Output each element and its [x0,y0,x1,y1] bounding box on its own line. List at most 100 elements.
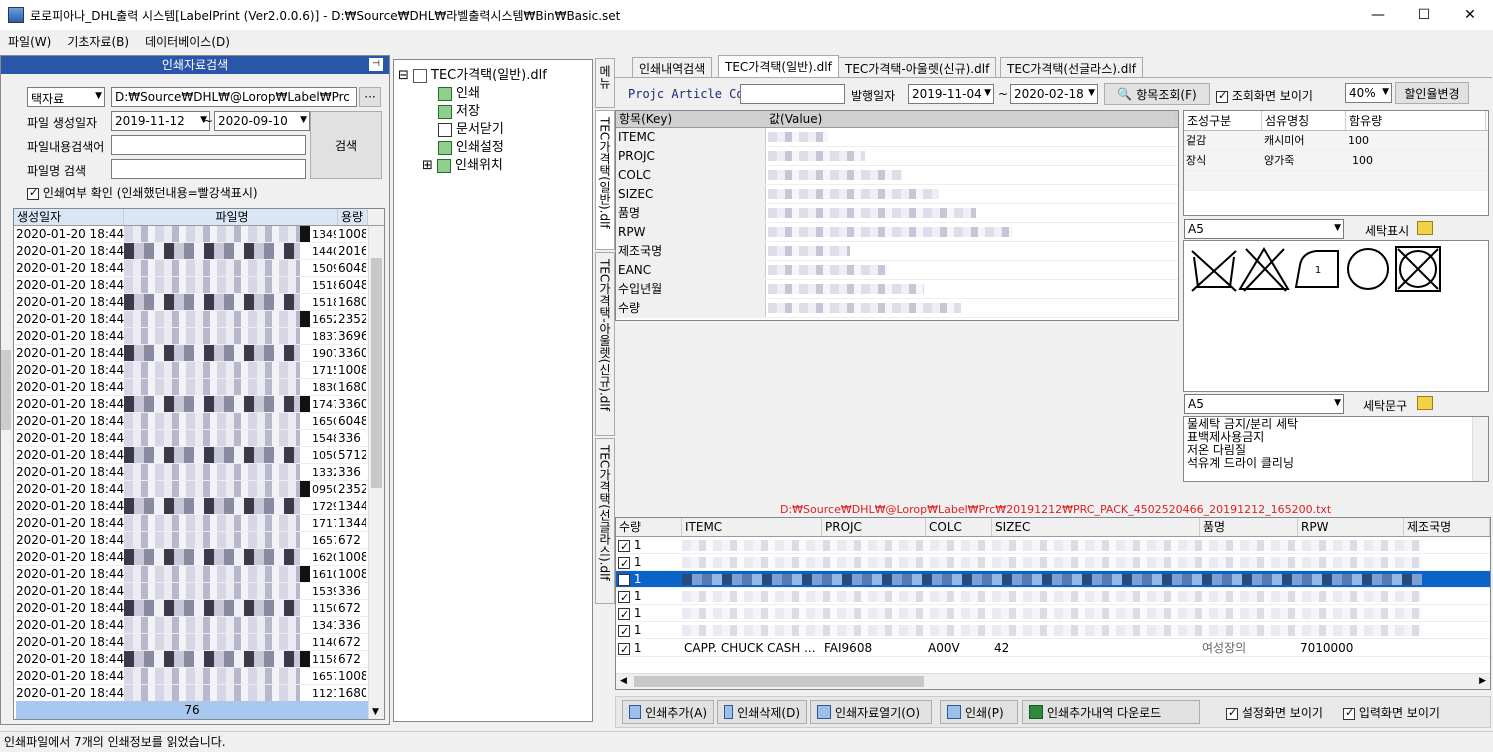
col-created-date[interactable]: 생성일자 [14,209,124,225]
folder-up-icon[interactable] [1417,396,1433,410]
file-list-row[interactable]: 2020-01-20 18:44:2 18301680 [14,379,384,396]
tree-item-close-doc[interactable]: 문서닫기 [438,118,504,137]
kv-row[interactable]: 품명 [616,204,1178,223]
file-list-row[interactable]: 2020-01-20 18:44:2 1158672 [14,651,384,668]
kv-row[interactable]: EANC [616,261,1178,280]
row-check-checkbox[interactable] [618,555,630,570]
menu-file[interactable]: 파일(W) [0,33,59,50]
composition-row[interactable]: 장식 양가죽 100 [1184,151,1488,171]
file-list-row[interactable]: 2020-01-20 18:44:2 13491008 [14,226,384,243]
row-check-checkbox[interactable] [618,606,630,621]
date-to-picker[interactable]: 2020-09-10 ▼ [214,111,310,131]
file-list-row[interactable]: 2020-01-20 18:44:2 1548336 [14,430,384,447]
file-list-row[interactable]: 2020-01-20 18:44:2 09502352 [14,481,384,498]
article-code-input[interactable] [740,84,845,104]
issue-date-to[interactable]: 2020-02-18 ▼ [1010,84,1098,104]
composition-row[interactable]: 겉감 캐시미어 100 [1184,131,1488,151]
kv-value[interactable] [766,128,1176,146]
show-lookup-checkbox[interactable] [1216,89,1228,103]
content-search-input[interactable] [111,135,306,155]
pin-icon[interactable]: ⊣ [369,58,383,71]
print-row[interactable]: 1 [616,622,1490,639]
care-text-combo[interactable]: A5 ▼ [1184,394,1344,414]
print-check-option[interactable]: 인쇄여부 확인 (인쇄했던내용=빨강색표시) [27,184,258,201]
show-input-option[interactable]: 입력화면 보이기 [1343,704,1440,721]
file-list-row[interactable]: 2020-01-20 18:44:2 16201008 [14,549,384,566]
file-list-scroll-thumb[interactable] [371,258,382,488]
tab-outlet[interactable]: TEC가격택-아울렛(신규).dlf [838,57,997,77]
col-size[interactable]: 용량 [338,209,368,225]
delete-print-button[interactable]: 인쇄삭제(D) [717,700,807,724]
kv-value[interactable] [766,204,1176,222]
file-list-row[interactable]: 2020-01-20 18:44:2 1341336 [14,617,384,634]
print-row[interactable]: 1 [616,571,1490,588]
composition-row[interactable] [1184,171,1488,191]
file-list-row[interactable]: 2020-01-20 18:44:2 15096048 [14,260,384,277]
minimize-button[interactable]: — [1355,0,1401,30]
file-list-row[interactable]: 2020-01-20 18:44:2 19073360 [14,345,384,362]
kv-row[interactable]: 수량 [616,299,1178,318]
care-text-scrollbar[interactable] [1472,417,1488,481]
print-row[interactable]: 1 [616,588,1490,605]
file-list-row[interactable]: 2020-01-20 18:44:2 16571008 [14,668,384,685]
file-list-row[interactable]: 2020-01-20 18:44:2 11211680 [14,685,384,702]
file-list-row[interactable]: 2020-01-20 18:44:2 1332336 [14,464,384,481]
kv-row[interactable]: COLC [616,166,1178,185]
print-row[interactable]: 1 CAPP. CHUCK CASH ... FAI9608 A00V 42 여… [616,640,1490,657]
file-list-row[interactable]: 2020-01-20 18:44:2 15181680 [14,294,384,311]
print-list-hscrollbar[interactable]: ◀ ▶ [616,673,1490,689]
file-list-row[interactable]: 2020-01-20 18:44:2 17291344 [14,498,384,515]
kv-value[interactable] [766,261,1176,279]
kv-row[interactable]: ITEMC [616,128,1178,147]
tab-print-history[interactable]: 인쇄내역검색 [632,57,713,77]
filename-search-input[interactable] [111,159,306,179]
browse-path-button[interactable]: ··· [359,87,381,107]
tab-sunglasses[interactable]: TEC가격택(선글라스).dlf [1000,57,1143,77]
file-list-row[interactable]: 2020-01-20 18:44:2 1657672 [14,532,384,549]
show-settings-option[interactable]: 설정화면 보이기 [1226,704,1323,721]
tree-item-save[interactable]: 저장 [438,100,480,119]
print-row[interactable]: 1 [616,537,1490,554]
file-list-row[interactable]: 2020-01-20 18:44:2 16522352 [14,311,384,328]
maximize-button[interactable]: ☐ [1401,0,1447,30]
issue-date-from[interactable]: 2019-11-04 ▼ [908,84,994,104]
kv-value[interactable] [766,147,1176,165]
splitter-handle[interactable] [1,350,11,430]
row-check-checkbox[interactable] [618,623,630,638]
kv-row[interactable]: PROJC [616,147,1178,166]
print-row[interactable]: 1 [616,554,1490,571]
file-list-row[interactable]: 2020-01-20 18:44:2 1140672 [14,634,384,651]
open-print-data-button[interactable]: 인쇄자료열기(O) [810,700,932,724]
side-tab-menu[interactable]: 메뉴 [595,58,615,108]
zoom-combo[interactable]: 40% ▼ [1345,83,1392,103]
tab-general[interactable]: TEC가격택(일반).dlf [718,55,839,77]
file-list-row[interactable]: 2020-01-20 18:44:2 14402016 [14,243,384,260]
file-list-row[interactable]: 2020-01-20 18:44:2 18373696 [14,328,384,345]
add-print-button[interactable]: 인쇄추가(A) [622,700,714,724]
lookup-button[interactable]: 🔍 항목조회(F) [1104,83,1210,105]
kv-value[interactable] [766,280,1176,298]
scroll-left-icon[interactable]: ◀ [620,676,627,686]
kv-row[interactable]: RPW [616,223,1178,242]
scroll-right-icon[interactable]: ▶ [1479,676,1486,686]
side-tab-sunglasses[interactable]: TEC가격택(선글라스).dlf [595,438,615,604]
menu-database[interactable]: 데이터베이스(D) [137,33,238,50]
tree-item-print-settings[interactable]: 인쇄설정 [438,136,504,155]
close-button[interactable]: ✕ [1447,0,1493,30]
tree-item-print-position[interactable]: ⊞ 인쇄위치 [422,154,503,173]
side-tab-general[interactable]: TEC가격택(일반).dlf [595,110,615,250]
date-from-picker[interactable]: 2019-11-12 ▼ [111,111,210,131]
kv-row[interactable]: 수입년월 [616,280,1178,299]
file-list-row[interactable]: 2020-01-20 18:44:2 1150672 [14,600,384,617]
file-list-row[interactable]: 2020-01-20 18:44:2 1539336 [14,583,384,600]
kv-row[interactable]: SIZEC [616,185,1178,204]
file-list-row[interactable]: 2020-01-20 18:44:2 17473360 [14,396,384,413]
file-list-row[interactable]: 2020-01-20 18:44:2 17171344 [14,515,384,532]
folder-up-icon[interactable] [1417,221,1433,235]
show-input-checkbox[interactable] [1343,706,1355,720]
print-button[interactable]: 인쇄(P) [940,700,1018,724]
file-list-row[interactable]: 2020-01-20 18:44:2 17151008 [14,362,384,379]
care-symbol-combo[interactable]: A5 ▼ [1184,219,1344,239]
print-list-scroll-thumb[interactable] [634,676,924,687]
kv-value[interactable] [766,166,1176,184]
